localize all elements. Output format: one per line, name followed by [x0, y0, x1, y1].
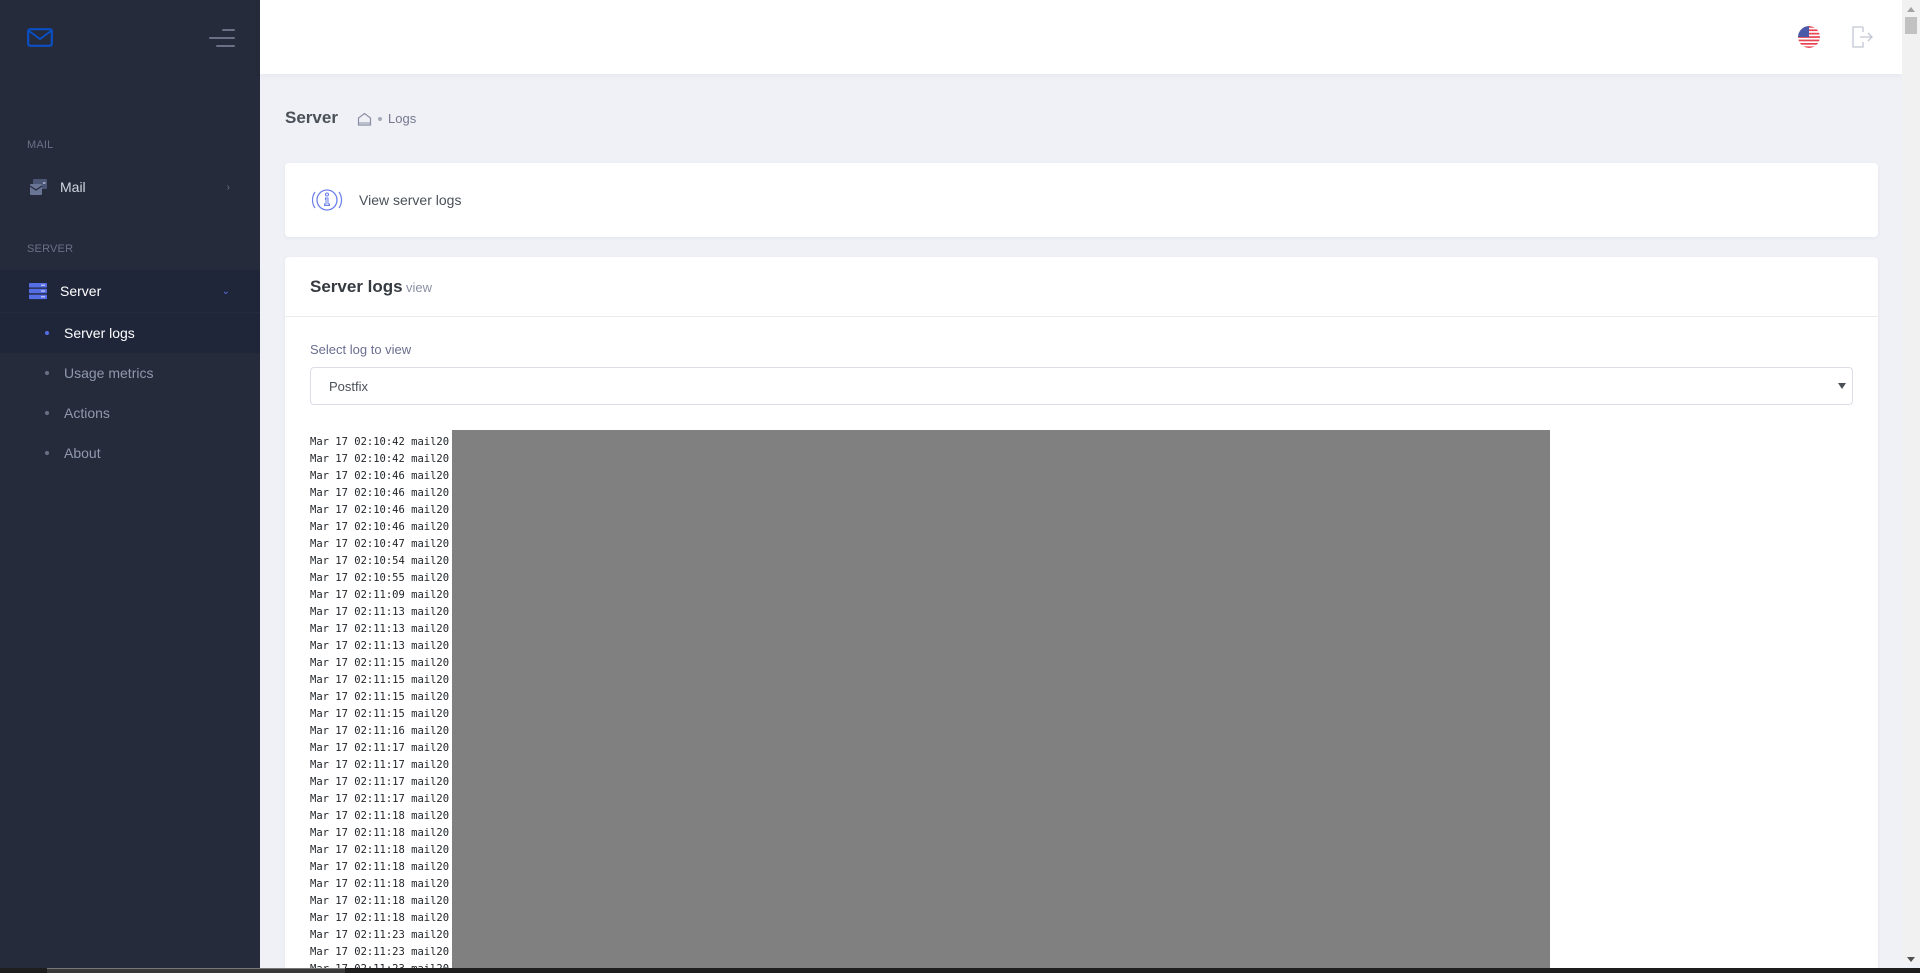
log-line: Mar 17 02:11:17 mail20: [310, 759, 450, 771]
log-line: Mar 17 02:10:55 mail20: [310, 572, 450, 584]
log-line: Mar 17 02:11:15 mail20: [310, 657, 450, 669]
caret-down-icon: [1838, 383, 1846, 389]
bullet-icon: [45, 451, 49, 455]
log-line: Mar 17 02:11:18 mail20: [310, 861, 450, 873]
sidebar-item-usage-metrics[interactable]: Usage metrics: [0, 353, 260, 393]
mail-envelope-icon[interactable]: [27, 28, 53, 47]
sidebar-item-server-logs[interactable]: Server logs: [0, 313, 260, 353]
top-bar: [260, 0, 1902, 74]
card-header: Server logs view: [285, 257, 1878, 317]
log-line: Mar 17 02:11:17 mail20: [310, 776, 450, 788]
log-line: Mar 17 02:11:23 mail20: [310, 929, 450, 941]
redacted-region: [452, 430, 1550, 973]
log-line: Mar 17 02:10:42 mail20: [310, 453, 450, 465]
log-line: Mar 17 02:10:46 mail20: [310, 470, 450, 482]
log-line: Mar 17 02:11:13 mail20: [310, 623, 450, 635]
scrollbar-thumb[interactable]: [1905, 17, 1917, 34]
info-circle-icon: [311, 189, 343, 211]
scroll-down-arrow-icon[interactable]: [1907, 957, 1915, 962]
log-line: Mar 17 02:10:42 mail20: [310, 436, 450, 448]
info-text: View server logs: [359, 192, 462, 208]
info-card: View server logs: [285, 163, 1878, 237]
mail-stack-icon: [29, 179, 47, 195]
log-line: Mar 17 02:11:23 mail20: [310, 946, 450, 958]
server-submenu: Server logs Usage metrics Actions About: [0, 313, 260, 473]
sidebar-item-label: Mail: [60, 179, 86, 195]
home-icon[interactable]: [357, 112, 372, 126]
sidebar-item-mail[interactable]: Mail ›: [0, 166, 260, 208]
log-line: Mar 17 02:10:47 mail20: [310, 538, 450, 550]
log-line: Mar 17 02:11:18 mail20: [310, 878, 450, 890]
breadcrumb-current: Logs: [388, 111, 417, 126]
log-line: Mar 17 02:10:46 mail20: [310, 521, 450, 533]
log-output[interactable]: Mar 17 02:10:42 mail20 Mar 17 02:10:42 ma…: [310, 430, 1550, 973]
log-line: Mar 17 02:11:13 mail20: [310, 640, 450, 652]
sidebar-item-label: Server: [60, 283, 102, 299]
sidebar-item-actions[interactable]: Actions: [0, 393, 260, 433]
log-line: Mar 17 02:11:09 mail20: [310, 589, 450, 601]
log-line: Mar 17 02:11:18 mail20: [310, 844, 450, 856]
bullet-icon: [45, 371, 49, 375]
sidebar: MAIL Mail › SERVER Server ⌄ Server logs: [0, 0, 260, 973]
logout-icon[interactable]: [1851, 25, 1873, 49]
sidebar-subitem-label: Actions: [64, 405, 110, 421]
us-flag-icon[interactable]: [1798, 26, 1820, 48]
log-line: Mar 17 02:11:15 mail20: [310, 708, 450, 720]
selected-log-value: Postfix: [329, 379, 369, 394]
menu-section-title-mail: MAIL: [27, 139, 54, 151]
log-line: Mar 17 02:11:15 mail20: [310, 691, 450, 703]
log-line: Mar 17 02:11:16 mail20: [310, 725, 450, 737]
vertical-scrollbar[interactable]: [1902, 0, 1920, 963]
log-line: Mar 17 02:11:13 mail20: [310, 606, 450, 618]
log-line: Mar 17 02:11:17 mail20: [310, 742, 450, 754]
log-line: Mar 17 02:11:18 mail20: [310, 912, 450, 924]
server-icon: [29, 283, 47, 300]
chevron-right-icon: ›: [226, 181, 230, 193]
sidebar-item-server[interactable]: Server ⌄: [0, 270, 260, 312]
hamburger-menu-icon[interactable]: [209, 29, 235, 47]
bullet-icon: [45, 411, 49, 415]
log-line: Mar 17 02:10:46 mail20: [310, 487, 450, 499]
breadcrumb-separator: [378, 116, 382, 121]
sidebar-subitem-label: Server logs: [64, 325, 135, 341]
horizontal-scrollbar-thumb[interactable]: [47, 968, 345, 973]
log-line: Mar 17 02:11:18 mail20: [310, 810, 450, 822]
log-line: Mar 17 02:11:15 mail20: [310, 674, 450, 686]
log-select-dropdown[interactable]: Postfix: [310, 367, 1853, 405]
log-select-label: Select log to view: [310, 342, 412, 357]
sidebar-subitem-label: About: [64, 445, 101, 461]
log-line: Mar 17 02:10:46 mail20: [310, 504, 450, 516]
sidebar-subitem-label: Usage metrics: [64, 365, 154, 381]
chevron-down-icon: ⌄: [221, 285, 230, 297]
scroll-up-arrow-icon[interactable]: [1907, 7, 1915, 12]
server-logs-card: Server logs view Select log to view Post…: [285, 257, 1878, 973]
page-title: Server: [285, 108, 338, 127]
sidebar-item-about[interactable]: About: [0, 433, 260, 473]
bullet-icon: [45, 331, 49, 335]
log-lines: Mar 17 02:10:42 mail20 Mar 17 02:10:42 ma…: [310, 434, 449, 973]
horizontal-scrollbar[interactable]: [0, 968, 1920, 973]
card-title: Server logs: [310, 277, 403, 296]
menu-section-title-server: SERVER: [27, 243, 74, 255]
card-subtitle: view: [406, 280, 433, 295]
log-line: Mar 17 02:10:54 mail20: [310, 555, 450, 567]
log-line: Mar 17 02:11:18 mail20: [310, 827, 450, 839]
log-line: Mar 17 02:11:18 mail20: [310, 895, 450, 907]
breadcrumb: Logs: [357, 111, 416, 126]
log-line: Mar 17 02:11:17 mail20: [310, 793, 450, 805]
